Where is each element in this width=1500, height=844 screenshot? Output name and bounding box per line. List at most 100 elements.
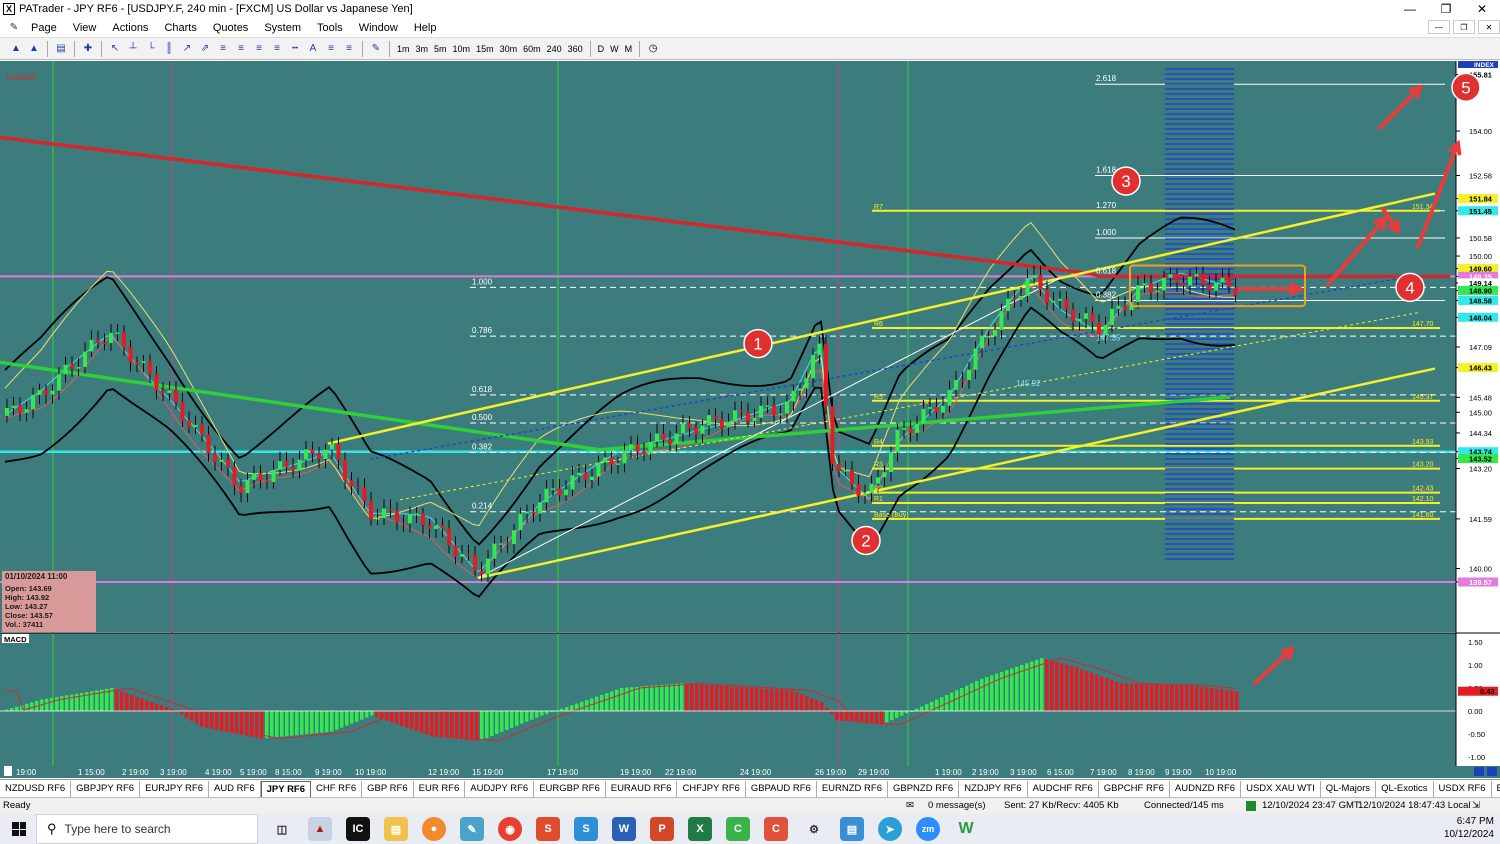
sheet-tab[interactable]: EURJPY RF6	[140, 780, 209, 797]
timeframe-1m[interactable]: 1m	[394, 44, 413, 54]
timeframe-10m[interactable]: 10m	[450, 44, 474, 54]
mdi-restore-button[interactable]: ❐	[1453, 20, 1475, 34]
camtasia-red-icon[interactable]: C	[764, 817, 788, 841]
chrome-icon[interactable]: ◉	[498, 817, 522, 841]
zoom-icon[interactable]: zm	[916, 817, 940, 841]
trendline-icon[interactable]: ↗	[179, 41, 195, 57]
price-chart[interactable]: 1.000 0.786 0.618 0.500 0.382 0.214 2.618 1.618…	[0, 61, 1500, 778]
vline-icon[interactable]: └	[143, 41, 159, 57]
sheet-tab[interactable]: QL-Exotics	[1376, 780, 1434, 797]
chart-icon[interactable]: ▤	[53, 41, 69, 57]
candle-body	[1201, 273, 1205, 285]
sheet-tab[interactable]: GBP RF6	[362, 780, 414, 797]
restore-button[interactable]: ❐	[1428, 0, 1464, 18]
remote-desktop-icon[interactable]: ▤	[840, 817, 864, 841]
timeframe-5m[interactable]: 5m	[431, 44, 450, 54]
menu-tools[interactable]: Tools	[309, 22, 351, 34]
sheet-tab[interactable]: USDX XAU WTI	[1241, 780, 1321, 797]
menu-quotes[interactable]: Quotes	[205, 22, 256, 34]
sheet-tab[interactable]: EURNZD RF6	[817, 780, 888, 797]
timeframe-60m[interactable]: 60m	[520, 44, 544, 54]
sheet-tab[interactable]: AUDCHF RF6	[1028, 780, 1099, 797]
timeframe-m[interactable]: M	[622, 44, 636, 54]
sheet-tab[interactable]: GBPJPY RF6	[71, 780, 141, 797]
sheet-tab[interactable]: GBPNZD RF6	[888, 780, 960, 797]
arrange-icon[interactable]: ▲	[8, 41, 24, 57]
menu-view[interactable]: View	[65, 22, 105, 34]
settings-gear-icon[interactable]: ⚙	[802, 817, 826, 841]
sheet-tab[interactable]: JPY RF6	[260, 780, 312, 797]
sheet-tab[interactable]: GBPAUD RF6	[746, 780, 817, 797]
menu-actions[interactable]: Actions	[104, 22, 156, 34]
camtasia-green-icon[interactable]: C	[726, 817, 750, 841]
firefox-icon[interactable]: ●	[422, 817, 446, 841]
timeframe-240[interactable]: 240	[544, 44, 565, 54]
timeframe-360[interactable]: 360	[565, 44, 586, 54]
sheet-tab[interactable]: EUR RF6	[414, 780, 466, 797]
sheet-tab[interactable]: AUDJPY RF6	[465, 780, 535, 797]
sheet-tab[interactable]: EURGBP RF6	[534, 780, 606, 797]
file-explorer-icon[interactable]: ▤	[384, 817, 408, 841]
channel-icon[interactable]: ⇗	[197, 41, 213, 57]
pointer-icon[interactable]: ↖	[107, 41, 123, 57]
crosshair-icon[interactable]: ✚	[80, 41, 96, 57]
sheet-tab[interactable]: CHF RF6	[311, 780, 363, 797]
s-blue-app-icon[interactable]: S	[574, 817, 598, 841]
timeframe-d[interactable]: D	[595, 44, 608, 54]
s-red-app-icon[interactable]: S	[536, 817, 560, 841]
word-icon[interactable]: W	[612, 817, 636, 841]
windows-start-icon[interactable]	[12, 822, 26, 836]
table-icon[interactable]: ≡	[341, 41, 357, 57]
close-button[interactable]: ✕	[1464, 0, 1500, 18]
mail-icon[interactable]: ✉	[906, 800, 914, 811]
timeframe-3m[interactable]: 3m	[413, 44, 432, 54]
taskbar-clock[interactable]: 6:47 PM 10/12/2024	[1444, 815, 1494, 841]
time-zones-icon[interactable]: ╍	[287, 41, 303, 57]
sheet-tab[interactable]: NZDUSD RF6	[0, 780, 72, 797]
sheet-tab[interactable]: AUDNZD RF6	[1170, 780, 1242, 797]
pen-app-icon[interactable]: ✎	[460, 817, 484, 841]
clock-icon[interactable]: ◷	[645, 41, 661, 57]
sheet-tab[interactable]: CHFJPY RF6	[677, 780, 746, 797]
powerpoint-icon[interactable]: P	[650, 817, 674, 841]
timeframe-w[interactable]: W	[607, 44, 622, 54]
task-view-icon[interactable]: ◫	[270, 817, 294, 841]
scroll-right-icon[interactable]	[1487, 767, 1497, 776]
patrader-app-icon[interactable]: ▲	[308, 817, 332, 841]
sheet-tab[interactable]: GBPCHF RF6	[1099, 780, 1170, 797]
telegram-icon[interactable]: ➤	[878, 817, 902, 841]
minimize-button[interactable]: —	[1392, 0, 1428, 18]
hline-icon[interactable]: ┴	[125, 41, 141, 57]
sheet-tab[interactable]: AUD RF6	[209, 780, 261, 797]
fibonacci-icon[interactable]: ≡	[215, 41, 231, 57]
menu-window[interactable]: Window	[351, 22, 406, 34]
draw-icon[interactable]: ✎	[368, 41, 384, 57]
sheet-tab[interactable]: NZDJPY RF6	[959, 780, 1028, 797]
page-icon[interactable]: ✎	[6, 20, 22, 36]
trading-app-icon[interactable]: W	[954, 817, 978, 841]
mdi-minimize-button[interactable]: —	[1428, 20, 1450, 34]
candle-body	[726, 421, 731, 428]
menu-system[interactable]: System	[256, 22, 309, 34]
timeframe-30m[interactable]: 30m	[497, 44, 521, 54]
menu-charts[interactable]: Charts	[156, 22, 204, 34]
fib-extension-icon[interactable]: ≡	[233, 41, 249, 57]
menu-help[interactable]: Help	[406, 22, 445, 34]
text-icon[interactable]: A	[305, 41, 321, 57]
scroll-left-icon[interactable]	[1474, 767, 1484, 776]
sheet-tab[interactable]: USDX RF6	[1434, 780, 1492, 797]
taskbar-search[interactable]: ⚲ Type here to search	[36, 814, 258, 844]
sheet-tab[interactable]: Bitcoin	[1492, 781, 1500, 797]
sort-icon[interactable]: ▲	[26, 41, 42, 57]
ic-app-icon[interactable]: IC	[346, 817, 370, 841]
cycle-lines-icon[interactable]: ║	[161, 41, 177, 57]
menu-page[interactable]: Page	[23, 22, 65, 34]
pivot-icon[interactable]: ≡	[251, 41, 267, 57]
gann-icon[interactable]: ≡	[269, 41, 285, 57]
sheet-tab[interactable]: QL-Majors	[1321, 780, 1377, 797]
mdi-close-button[interactable]: ✕	[1478, 20, 1500, 34]
timeframe-15m[interactable]: 15m	[473, 44, 497, 54]
sheet-tab[interactable]: EURAUD RF6	[606, 780, 678, 797]
levels-icon[interactable]: ≡	[323, 41, 339, 57]
excel-icon[interactable]: X	[688, 817, 712, 841]
